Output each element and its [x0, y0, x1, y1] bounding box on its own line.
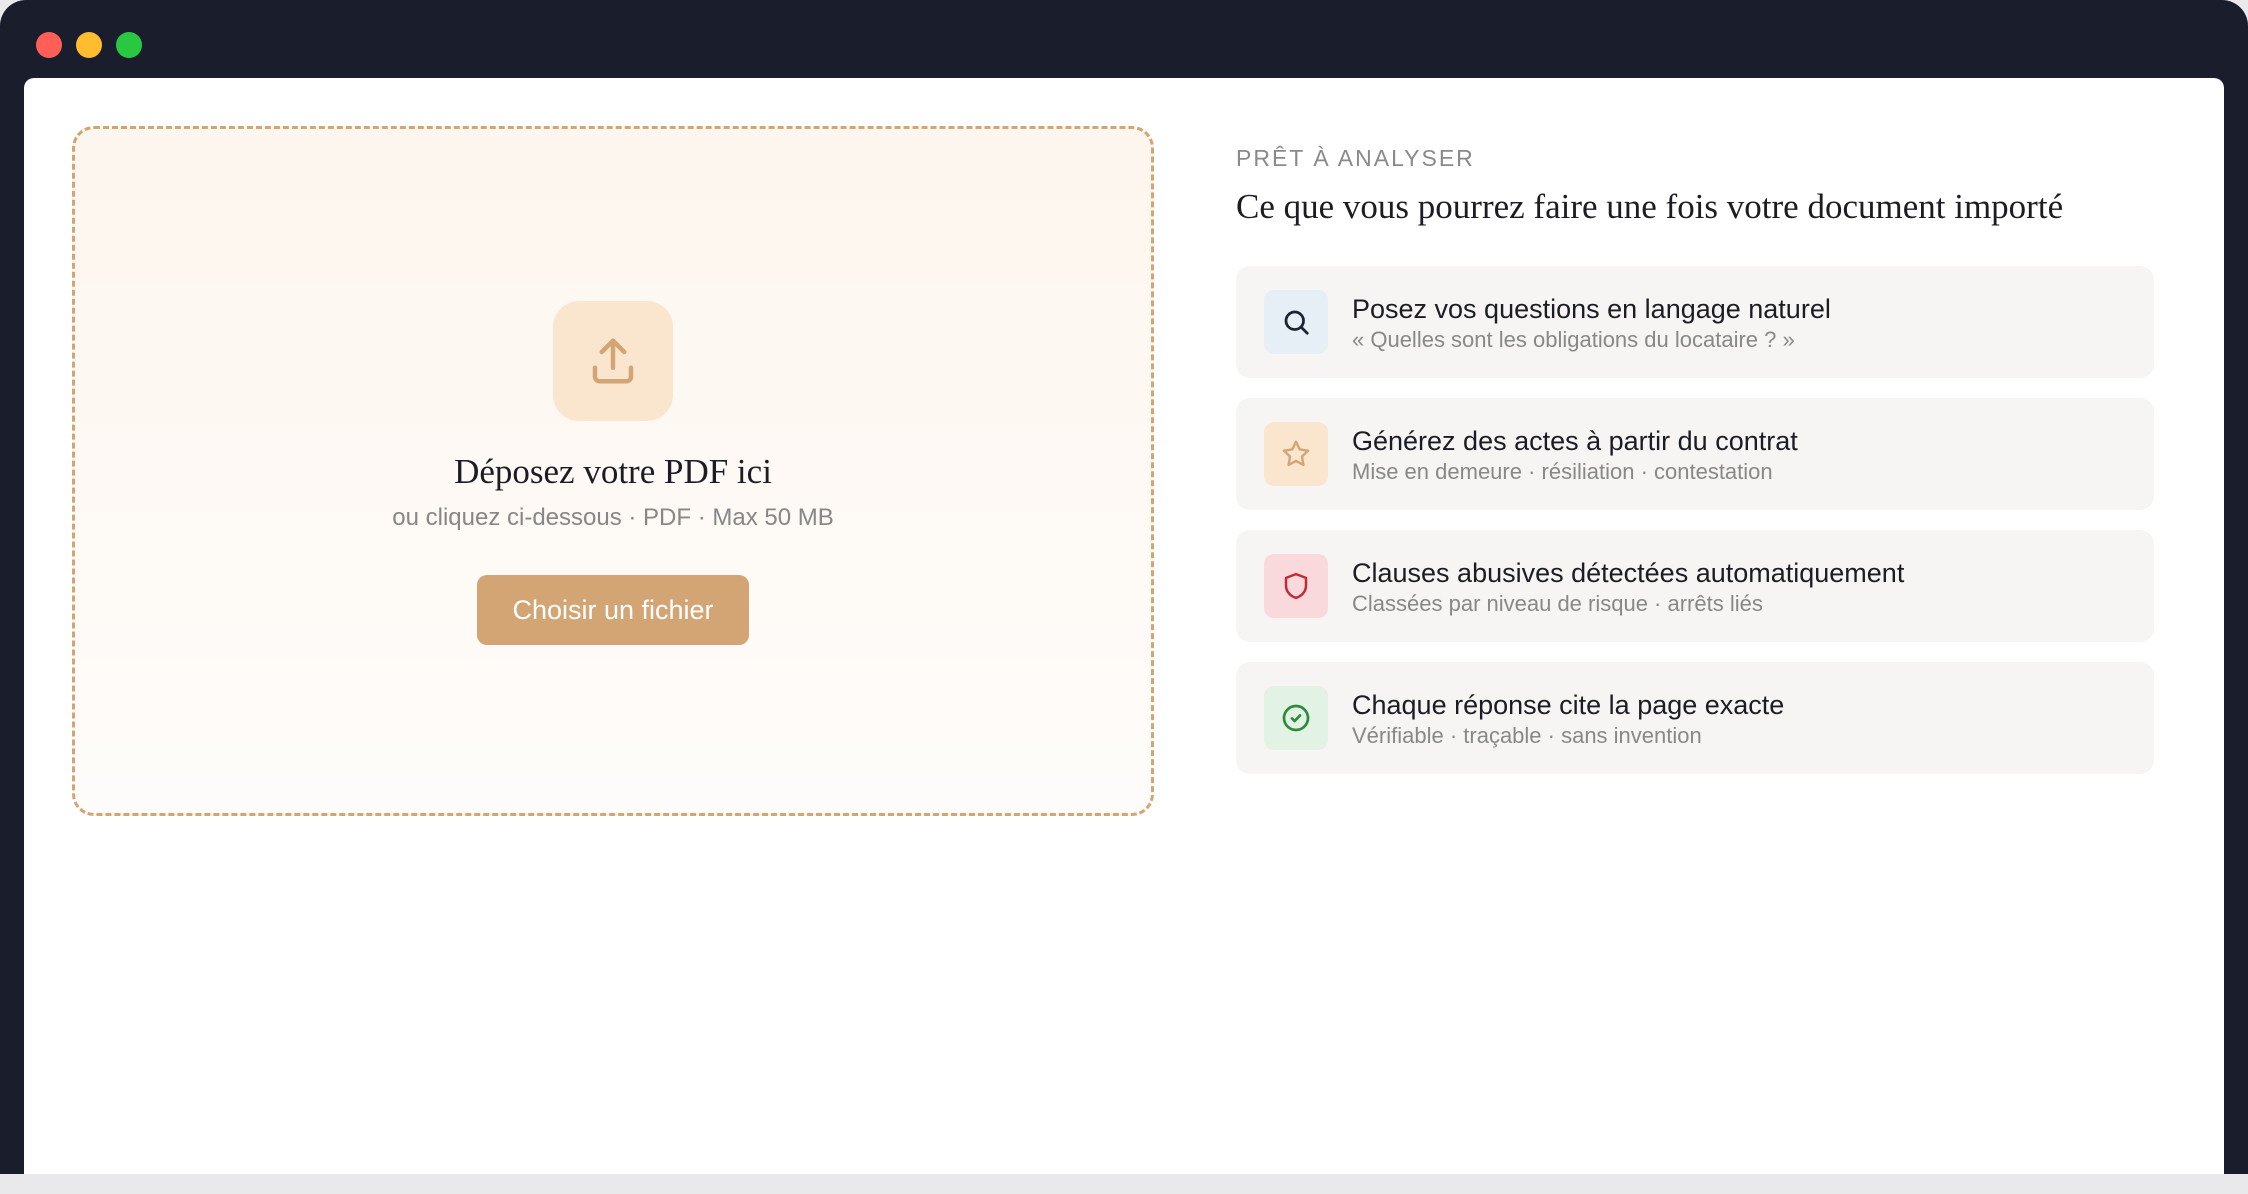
feature-title: Chaque réponse cite la page exacte — [1352, 690, 1785, 720]
feature-title: Clauses abusives détectées automatiqueme… — [1352, 558, 1905, 588]
minimize-window-button[interactable] — [76, 32, 102, 58]
maximize-window-button[interactable] — [116, 32, 142, 58]
panel-headline: Ce que vous pourrez faire une fois votre… — [1236, 187, 2064, 226]
window-controls — [36, 32, 142, 58]
check-circle-icon — [1264, 686, 1328, 750]
search-icon — [1264, 290, 1328, 354]
pdf-drop-zone[interactable]: Déposez votre PDF ici ou cliquez ci-dess… — [72, 126, 1154, 816]
feature-subtitle: Mise en demeure · résiliation · contesta… — [1352, 459, 1773, 484]
feature-title: Générez des actes à partir du contrat — [1352, 426, 1798, 456]
choose-file-button[interactable]: Choisir un fichier — [477, 575, 749, 645]
feature-title: Posez vos questions en langage naturel — [1352, 294, 1831, 324]
feature-subtitle: Classées par niveau de risque · arrêts l… — [1352, 591, 1763, 616]
star-icon — [1264, 422, 1328, 486]
shield-icon — [1264, 554, 1328, 618]
drop-zone-subtitle: ou cliquez ci-dessous · PDF · Max 50 MB — [392, 504, 834, 531]
main-content: Déposez votre PDF ici ou cliquez ci-dess… — [24, 78, 2224, 1174]
feature-subtitle: « Quelles sont les obligations du locata… — [1352, 327, 1795, 352]
feature-card-clauses: Clauses abusives détectées automatiqueme… — [1236, 530, 2154, 642]
feature-subtitle: Vérifiable · traçable · sans invention — [1352, 723, 1702, 748]
feature-card-citations: Chaque réponse cite la page exacte Vérif… — [1236, 662, 2154, 774]
feature-list: Posez vos questions en langage naturel «… — [1236, 266, 2154, 774]
features-panel: PRÊT À ANALYSER Ce que vous pourrez fair… — [1236, 144, 2154, 794]
panel-eyebrow: PRÊT À ANALYSER — [1236, 145, 1475, 171]
feature-card-questions: Posez vos questions en langage naturel «… — [1236, 266, 2154, 378]
close-window-button[interactable] — [36, 32, 62, 58]
drop-zone-title: Déposez votre PDF ici — [454, 452, 772, 491]
feature-card-generate: Générez des actes à partir du contrat Mi… — [1236, 398, 2154, 510]
app-window: Déposez votre PDF ici ou cliquez ci-dess… — [0, 0, 2248, 1174]
upload-icon — [553, 301, 673, 421]
